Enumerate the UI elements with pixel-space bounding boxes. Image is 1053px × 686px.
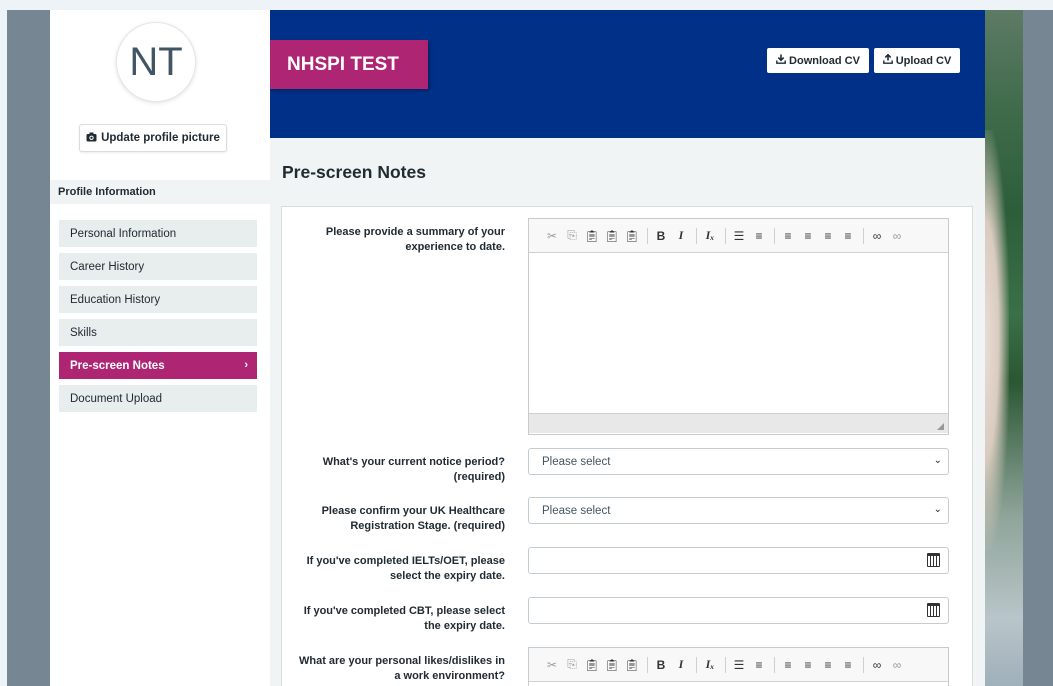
download-icon bbox=[776, 54, 786, 67]
candidate-name: NHSPI TEST bbox=[270, 40, 428, 89]
ielts-expiry-label: If you've completed IELTs/OET, please se… bbox=[306, 555, 505, 582]
background-left bbox=[7, 10, 50, 686]
upload-icon bbox=[882, 53, 893, 67]
numbered-list-icon[interactable]: ☰ bbox=[730, 658, 748, 672]
sidebar-item-label: Document Upload bbox=[70, 392, 163, 405]
registration-stage-label: Please confirm your UK Healthcare Regist… bbox=[321, 505, 505, 532]
align-left-icon[interactable]: ≡ bbox=[779, 658, 797, 672]
sidebar-item-label: Education History bbox=[70, 293, 161, 306]
toolbar-separator bbox=[696, 656, 697, 673]
toolbar-separator bbox=[774, 227, 775, 244]
calendar-icon[interactable] bbox=[927, 553, 940, 567]
justify-icon[interactable]: ≡ bbox=[839, 229, 857, 243]
editor-toolbar: ✂ ⎘ 📋︎ 📋︎ 📋︎ B I Iₓ ☰ ≡ ≡ ≡ ≡ ≡ ∞ ∞ bbox=[529, 648, 948, 682]
justify-icon[interactable]: ≡ bbox=[839, 658, 857, 672]
sidebar-menu: Personal Information Career History Educ… bbox=[59, 220, 257, 418]
toolbar-separator bbox=[774, 656, 775, 673]
chevron-down-icon: ⌄ bbox=[933, 455, 942, 466]
update-profile-picture-button[interactable]: Update profile picture bbox=[79, 124, 227, 152]
align-left-icon[interactable]: ≡ bbox=[779, 229, 797, 243]
unlink-icon[interactable]: ∞ bbox=[888, 658, 906, 672]
cbt-expiry-date-input[interactable] bbox=[528, 597, 949, 624]
resize-handle-icon[interactable] bbox=[937, 423, 944, 430]
summary-textarea[interactable] bbox=[529, 253, 948, 413]
summary-label: Please provide a summary of your experie… bbox=[325, 226, 505, 253]
paste-icon[interactable]: 📋︎ bbox=[583, 658, 601, 672]
registration-stage-select[interactable]: Please select ⌄ bbox=[528, 497, 949, 524]
paste-text-icon[interactable]: 📋︎ bbox=[603, 229, 621, 243]
calendar-icon[interactable] bbox=[927, 603, 940, 617]
page-title: Pre-screen Notes bbox=[282, 162, 426, 182]
remove-format-icon[interactable]: Iₓ bbox=[701, 228, 719, 243]
notice-period-select[interactable]: Please select ⌄ bbox=[528, 448, 949, 475]
sidebar: NT Update profile picture Profile Inform… bbox=[50, 10, 270, 686]
align-center-icon[interactable]: ≡ bbox=[799, 658, 817, 672]
bold-icon[interactable]: B bbox=[652, 658, 670, 672]
update-profile-picture-label: Update profile picture bbox=[101, 132, 220, 144]
align-right-icon[interactable]: ≡ bbox=[819, 658, 837, 672]
header-banner: NHSPI TEST Download CV Upload CV bbox=[270, 10, 985, 138]
download-cv-label: Download CV bbox=[789, 54, 860, 67]
cut-icon[interactable]: ✂ bbox=[543, 229, 561, 243]
camera-icon bbox=[86, 132, 97, 145]
main-content: NHSPI TEST Download CV Upload CV Pre-scr… bbox=[270, 10, 985, 686]
numbered-list-icon[interactable]: ☰ bbox=[730, 229, 748, 243]
toolbar-separator bbox=[725, 227, 726, 244]
paste-text-icon[interactable]: 📋︎ bbox=[603, 658, 621, 672]
align-center-icon[interactable]: ≡ bbox=[799, 229, 817, 243]
unlink-icon[interactable]: ∞ bbox=[888, 229, 906, 243]
background-photo bbox=[985, 10, 1023, 686]
registration-stage-value: Please select bbox=[542, 504, 611, 517]
cbt-expiry-label: If you've completed CBT, please select t… bbox=[303, 605, 505, 632]
paste-word-icon[interactable]: 📋︎ bbox=[623, 229, 641, 243]
likes-dislikes-label: What are your personal likes/dislikes in… bbox=[298, 655, 505, 682]
upload-cv-label: Upload CV bbox=[895, 54, 952, 67]
cut-icon[interactable]: ✂ bbox=[543, 658, 561, 672]
notice-period-label: What's your current notice period? (requ… bbox=[322, 456, 505, 483]
avatar: NT bbox=[116, 22, 196, 102]
pre-screen-form: Please provide a summary of your experie… bbox=[281, 206, 973, 686]
align-right-icon[interactable]: ≡ bbox=[819, 229, 837, 243]
sidebar-item-education-history[interactable]: Education History bbox=[59, 286, 257, 313]
paste-icon[interactable]: 📋︎ bbox=[583, 229, 601, 243]
likes-dislikes-editor: ✂ ⎘ 📋︎ 📋︎ 📋︎ B I Iₓ ☰ ≡ ≡ ≡ ≡ ≡ ∞ ∞ bbox=[528, 647, 949, 686]
toolbar-separator bbox=[725, 656, 726, 673]
toolbar-separator bbox=[647, 656, 648, 673]
summary-editor: ✂ ⎘ 📋︎ 📋︎ 📋︎ B I Iₓ ☰ ≡ ≡ ≡ ≡ ≡ ∞ ∞ bbox=[528, 218, 949, 435]
background-right bbox=[985, 10, 1053, 686]
notice-period-value: Please select bbox=[542, 455, 611, 468]
paste-word-icon[interactable]: 📋︎ bbox=[623, 658, 641, 672]
italic-icon[interactable]: I bbox=[672, 228, 690, 243]
editor-toolbar: ✂ ⎘ 📋︎ 📋︎ 📋︎ B I Iₓ ☰ ≡ ≡ ≡ ≡ ≡ ∞ ∞ bbox=[529, 219, 948, 253]
sidebar-item-document-upload[interactable]: Document Upload bbox=[59, 385, 257, 412]
download-cv-button[interactable]: Download CV bbox=[767, 48, 869, 73]
chevron-down-icon: ⌄ bbox=[933, 504, 942, 515]
profile-information-header: Profile Information bbox=[50, 180, 270, 204]
editor-resize-bar bbox=[529, 413, 948, 433]
sidebar-item-label: Personal Information bbox=[70, 227, 177, 240]
link-icon[interactable]: ∞ bbox=[868, 229, 886, 243]
copy-icon[interactable]: ⎘ bbox=[563, 657, 581, 672]
toolbar-separator bbox=[863, 656, 864, 673]
sidebar-item-career-history[interactable]: Career History bbox=[59, 253, 257, 280]
bulleted-list-icon[interactable]: ≡ bbox=[750, 658, 768, 672]
toolbar-separator bbox=[696, 227, 697, 244]
link-icon[interactable]: ∞ bbox=[868, 658, 886, 672]
bulleted-list-icon[interactable]: ≡ bbox=[750, 229, 768, 243]
sidebar-item-pre-screen-notes[interactable]: Pre-screen Notes › bbox=[59, 352, 257, 379]
sidebar-item-personal-information[interactable]: Personal Information bbox=[59, 220, 257, 247]
toolbar-separator bbox=[863, 227, 864, 244]
toolbar-separator bbox=[647, 227, 648, 244]
sidebar-item-label: Skills bbox=[70, 326, 97, 339]
italic-icon[interactable]: I bbox=[672, 657, 690, 672]
bold-icon[interactable]: B bbox=[652, 229, 670, 243]
sidebar-item-skills[interactable]: Skills bbox=[59, 319, 257, 346]
sidebar-item-label: Career History bbox=[70, 260, 145, 273]
remove-format-icon[interactable]: Iₓ bbox=[701, 657, 719, 672]
sidebar-item-label: Pre-screen Notes bbox=[70, 359, 165, 372]
copy-icon[interactable]: ⎘ bbox=[563, 228, 581, 243]
ielts-expiry-date-input[interactable] bbox=[528, 547, 949, 574]
upload-cv-button[interactable]: Upload CV bbox=[874, 48, 960, 73]
chevron-right-icon: › bbox=[244, 359, 248, 371]
